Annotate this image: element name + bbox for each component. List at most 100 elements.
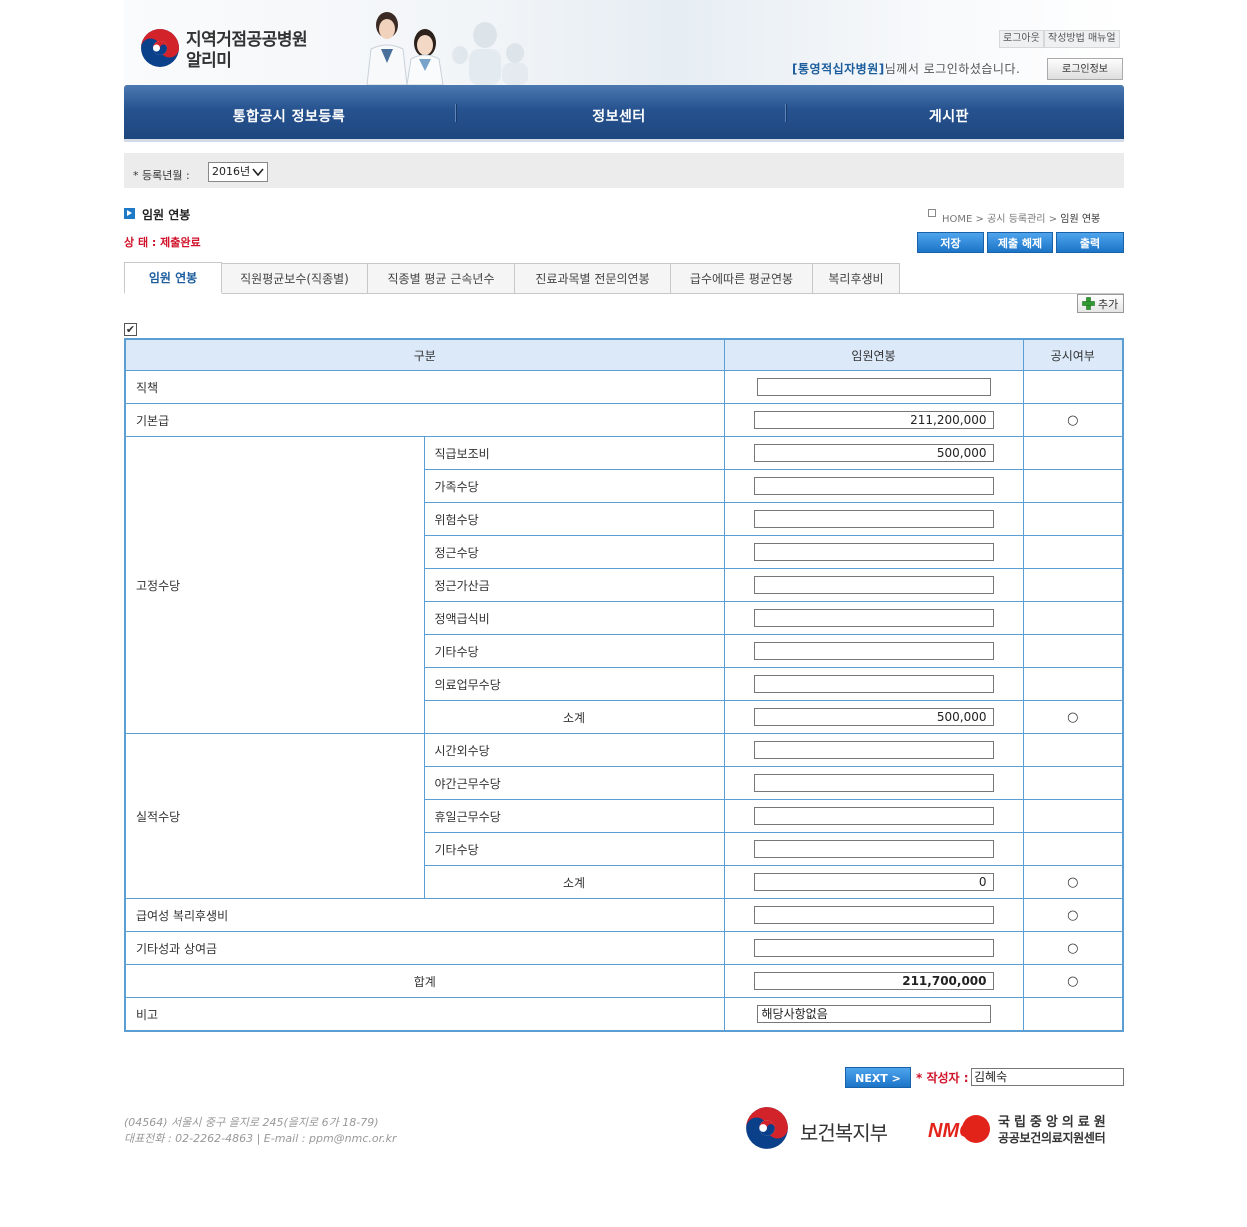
year-select[interactable]: 2016년	[208, 162, 268, 182]
page-title: 임원 연봉	[142, 208, 191, 222]
row-label: 정액급식비	[423, 601, 725, 635]
tab-grade-avg-salary[interactable]: 급수에따른 평균연봉	[671, 263, 813, 294]
tab-avg-tenure[interactable]: 직종별 평균 근속년수	[368, 263, 515, 294]
print-button[interactable]: 출력	[1056, 232, 1124, 253]
row-label: 의료업무수당	[423, 667, 725, 701]
allowance-input[interactable]	[753, 840, 994, 858]
nmc-name: 국립중앙의료원	[998, 1115, 1110, 1130]
allowance-input[interactable]	[753, 642, 994, 660]
header-category: 구분	[124, 338, 725, 371]
nmc-logo-text: NMC	[928, 1120, 974, 1142]
tab-specialist-salary[interactable]: 진료과목별 전문의연봉	[515, 263, 671, 294]
table-row: 합계 211,700,000 ○	[124, 964, 1124, 998]
hospital-name: [통영적십자병원]	[792, 62, 885, 76]
row-label: 휴일근무수당	[423, 799, 725, 833]
fixed-subtotal-input[interactable]: 500,000	[753, 708, 994, 726]
allowance-input[interactable]	[753, 576, 994, 594]
allowance-input[interactable]	[753, 510, 994, 528]
row-label: 직급보조비	[423, 436, 725, 470]
disclosure-mark: ○	[1067, 709, 1079, 725]
allowance-input[interactable]	[753, 675, 994, 693]
logo-line-1: 지역거점공공병원	[186, 30, 308, 50]
tab-welfare[interactable]: 복리후생비	[813, 263, 900, 294]
remarks-input[interactable]: 해당사항없음	[756, 1005, 991, 1023]
row-label: 가족수당	[423, 469, 725, 503]
tab-executive-salary[interactable]: 임원 연봉	[124, 262, 222, 294]
welfare-input[interactable]	[753, 906, 994, 924]
unsubmit-button[interactable]: 제출 해제	[987, 232, 1053, 253]
disclosure-mark: ○	[1067, 412, 1079, 428]
row-label: 야간근무수당	[423, 766, 725, 800]
base-pay-input[interactable]: 211,200,000	[753, 411, 994, 429]
allowance-input[interactable]	[753, 774, 994, 792]
total-input[interactable]: 211,700,000	[753, 972, 994, 990]
disclosure-mark: ○	[1067, 874, 1079, 890]
row-label: 정근수당	[423, 535, 725, 569]
author-input[interactable]: 김혜숙	[971, 1068, 1124, 1086]
ministry-name: 보건복지부	[800, 1121, 888, 1145]
bonus-input[interactable]	[753, 939, 994, 957]
tab-employee-avg-pay[interactable]: 직원평균보수(직종별)	[222, 263, 368, 294]
table-row: 비고 해당사항없음	[124, 997, 1124, 1032]
site-logo-text[interactable]: 지역거점공공병원 알리미	[186, 30, 308, 72]
subtotal-label: 소계	[423, 700, 725, 734]
row-label: 기타수당	[423, 634, 725, 668]
breadcrumb-separator: >	[1048, 214, 1058, 225]
row-label: 기타성과 상여금	[124, 931, 725, 965]
welcome-message: [통영적십자병원]님께서 로그인하셨습니다.	[792, 60, 1020, 77]
row-label: 시간외수당	[423, 733, 725, 767]
nav-item-disclosure-registration[interactable]: 통합공시 정보등록	[124, 106, 454, 126]
salary-table: 구분 임원연봉 공시여부 직책 기본급 211,200,000 ○ 고정수당 직…	[124, 338, 1124, 1032]
manual-link[interactable]: 작성방법 매뉴얼	[1044, 30, 1120, 48]
address-line: (04564) 서울시 중구 을지로 245(을지로 6가 18-79)	[124, 1116, 379, 1129]
allowance-input[interactable]	[753, 477, 994, 495]
perf-subtotal-input[interactable]: 0	[753, 873, 994, 891]
nav-item-info-center[interactable]: 정보센터	[454, 106, 784, 126]
table-row: 기타성과 상여금 ○	[124, 931, 1124, 965]
allowance-input[interactable]	[753, 741, 994, 759]
allowance-input[interactable]: 500,000	[753, 444, 994, 462]
breadcrumb-separator: >	[975, 214, 984, 225]
allowance-input[interactable]	[753, 543, 994, 561]
position-input[interactable]	[756, 378, 991, 396]
header-executive-salary: 임원연봉	[723, 338, 1024, 371]
ministry-emblem-icon	[746, 1107, 788, 1149]
table-row: 직책	[124, 370, 1124, 404]
breadcrumb-disclosure-management[interactable]: 공시 등록관리	[987, 214, 1045, 225]
footer-address: (04564) 서울시 중구 을지로 245(을지로 6가 18-79) 대표전…	[124, 1115, 397, 1147]
status-text: 상 태 : 제출완료	[124, 236, 201, 249]
table-header-row: 구분 임원연봉 공시여부	[124, 338, 1124, 371]
allowance-input[interactable]	[753, 807, 994, 825]
breadcrumb: HOME > 공시 등록관리 > 임원 연봉	[942, 210, 1100, 225]
allowance-input[interactable]	[753, 609, 994, 627]
row-label: 기본급	[124, 403, 725, 437]
welcome-suffix: 님께서 로그인하셨습니다.	[884, 62, 1021, 76]
year-select-value: 2016년	[212, 165, 251, 178]
group-label-fixed: 고정수당	[124, 436, 425, 734]
chevron-down-icon	[252, 168, 264, 177]
select-checkbox[interactable]: ✔	[124, 323, 137, 336]
row-label: 기타수당	[423, 832, 725, 866]
row-label: 비고	[124, 997, 725, 1032]
group-label-performance: 실적수당	[124, 733, 425, 899]
logo-line-2: 알리미	[186, 51, 232, 71]
row-label: 정근가산금	[423, 568, 725, 602]
table-row: 급여성 복리후생비 ○	[124, 898, 1124, 932]
total-label: 합계	[124, 964, 725, 998]
year-label: * 등록년월 :	[133, 169, 190, 182]
save-button[interactable]: 저장	[917, 232, 984, 253]
login-info-button[interactable]: 로그인정보	[1047, 58, 1123, 80]
breadcrumb-home[interactable]: HOME	[942, 214, 972, 225]
row-label: 직책	[124, 370, 725, 404]
medical-staff-illustration	[366, 12, 528, 85]
disclosure-mark: ○	[1067, 940, 1079, 956]
plus-icon	[1082, 297, 1095, 310]
breadcrumb-current: 임원 연봉	[1060, 214, 1101, 225]
government-emblem-icon	[141, 29, 179, 67]
author-label: * 작성자 :	[916, 1071, 969, 1085]
table-row: 고정수당 직급보조비 500,000	[124, 436, 1124, 734]
next-button[interactable]: NEXT >	[845, 1067, 911, 1088]
row-label: 급여성 복리후생비	[124, 898, 725, 932]
nav-item-board[interactable]: 게시판	[784, 106, 1114, 126]
logout-link[interactable]: 로그아웃	[999, 30, 1044, 48]
